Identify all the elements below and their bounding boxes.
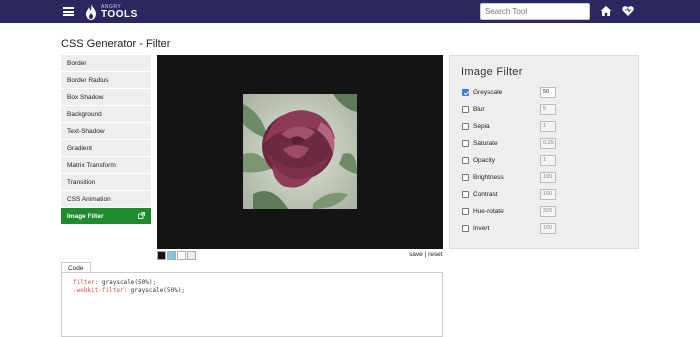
sidebar-item-css-animation[interactable]: CSS Animation (61, 191, 151, 208)
sidebar-item-gradient[interactable]: Gradient (61, 140, 151, 157)
site-logo[interactable]: ANGRY TOOLS (85, 3, 138, 21)
separator: | (424, 251, 427, 258)
background-swatches (157, 251, 197, 260)
filter-row-opacity: Opacity 1 (462, 154, 556, 167)
home-icon[interactable] (600, 5, 612, 17)
sepia-checkbox[interactable] (462, 123, 469, 130)
image-filter-panel: Image Filter Greyscale 50 Blur 5 Sepia 1… (449, 55, 639, 249)
invert-input[interactable]: 100 (540, 223, 556, 234)
rose-flower-image (243, 94, 357, 209)
sidebar-item-background[interactable]: Background (61, 106, 151, 123)
saturate-input[interactable]: 0.25 (540, 138, 556, 149)
filter-label: Invert (473, 225, 490, 232)
filter-row-hue-rotate: Hue-rotate 320 (462, 205, 556, 218)
save-reset-links: save | reset (409, 251, 443, 258)
filter-row-sepia: Sepia 1 (462, 120, 556, 133)
heart-icon[interactable] (622, 5, 634, 17)
sepia-input[interactable]: 1 (540, 121, 556, 132)
blur-checkbox[interactable] (462, 106, 469, 113)
filter-label: Saturate (473, 140, 498, 147)
brightness-input[interactable]: 100 (540, 172, 556, 183)
sidebar-item-box-shadow[interactable]: Box Shadow (61, 89, 151, 106)
filter-label: Greyscale (473, 89, 503, 96)
filter-label: Hue-rotate (473, 208, 504, 215)
search-input[interactable] (480, 3, 590, 20)
swatch-transparent[interactable] (187, 251, 196, 260)
sidebar-item-text-shadow[interactable]: Text-Shadow (61, 123, 151, 140)
code-value: grayscale(50%); (98, 279, 157, 286)
code-line: -webkit-filter: grayscale(50%); (73, 287, 431, 295)
page-title: CSS Generator - Filter (61, 38, 171, 50)
sidebar-nav: Border Border Radius Box Shadow Backgrou… (61, 55, 151, 225)
reset-link[interactable]: reset (428, 251, 442, 258)
code-value: grayscale(50%); (127, 287, 185, 294)
filter-row-contrast: Contrast 100 (462, 188, 556, 201)
brightness-checkbox[interactable] (462, 174, 469, 181)
sidebar-item-border-radius[interactable]: Border Radius (61, 72, 151, 89)
greyscale-checkbox[interactable] (462, 89, 469, 96)
swatch-light-blue[interactable] (167, 251, 176, 260)
top-navigation-bar: ANGRY TOOLS (0, 0, 700, 23)
filter-label: Contrast (473, 191, 498, 198)
sidebar-item-matrix-transform[interactable]: Matrix Transform (61, 157, 151, 174)
filter-row-greyscale: Greyscale 50 (462, 86, 556, 99)
contrast-input[interactable]: 100 (540, 189, 556, 200)
external-link-icon (138, 212, 145, 219)
code-property: -webkit-filter: (73, 287, 128, 294)
filter-row-blur: Blur 5 (462, 103, 556, 116)
flame-icon (86, 4, 96, 20)
filter-row-saturate: Saturate 0.25 (462, 137, 556, 150)
code-line: filter: grayscale(50%); (73, 279, 431, 287)
opacity-input[interactable]: 1 (540, 155, 556, 166)
save-link[interactable]: save (409, 251, 423, 258)
filter-label: Brightness (473, 174, 504, 181)
opacity-checkbox[interactable] (462, 157, 469, 164)
sidebar-item-border[interactable]: Border (61, 55, 151, 72)
logo-main-text: TOOLS (101, 8, 138, 20)
menu-icon[interactable] (63, 7, 74, 16)
filter-label: Opacity (473, 157, 496, 164)
hue-rotate-input[interactable]: 320 (540, 206, 556, 217)
swatch-white[interactable] (177, 251, 186, 260)
sidebar-item-transition[interactable]: Transition (61, 174, 151, 191)
contrast-checkbox[interactable] (462, 191, 469, 198)
code-property: filter: (73, 279, 99, 286)
filter-label: Blur (473, 106, 485, 113)
hue-rotate-checkbox[interactable] (462, 208, 469, 215)
preview-area (157, 55, 443, 249)
saturate-checkbox[interactable] (462, 140, 469, 147)
greyscale-input[interactable]: 50 (540, 87, 556, 98)
filter-label: Sepia (473, 123, 490, 130)
blur-input[interactable]: 5 (540, 104, 556, 115)
invert-checkbox[interactable] (462, 225, 469, 232)
filter-row-brightness: Brightness 100 (462, 171, 556, 184)
code-output[interactable]: filter: grayscale(50%); -webkit-filter: … (61, 272, 443, 337)
filter-panel-title: Image Filter (461, 66, 523, 78)
sidebar-item-image-filter[interactable]: Image Filter (61, 208, 151, 225)
swatch-black[interactable] (157, 251, 166, 260)
filter-row-invert: Invert 100 (462, 222, 556, 235)
sidebar-item-label: Image Filter (67, 213, 104, 220)
